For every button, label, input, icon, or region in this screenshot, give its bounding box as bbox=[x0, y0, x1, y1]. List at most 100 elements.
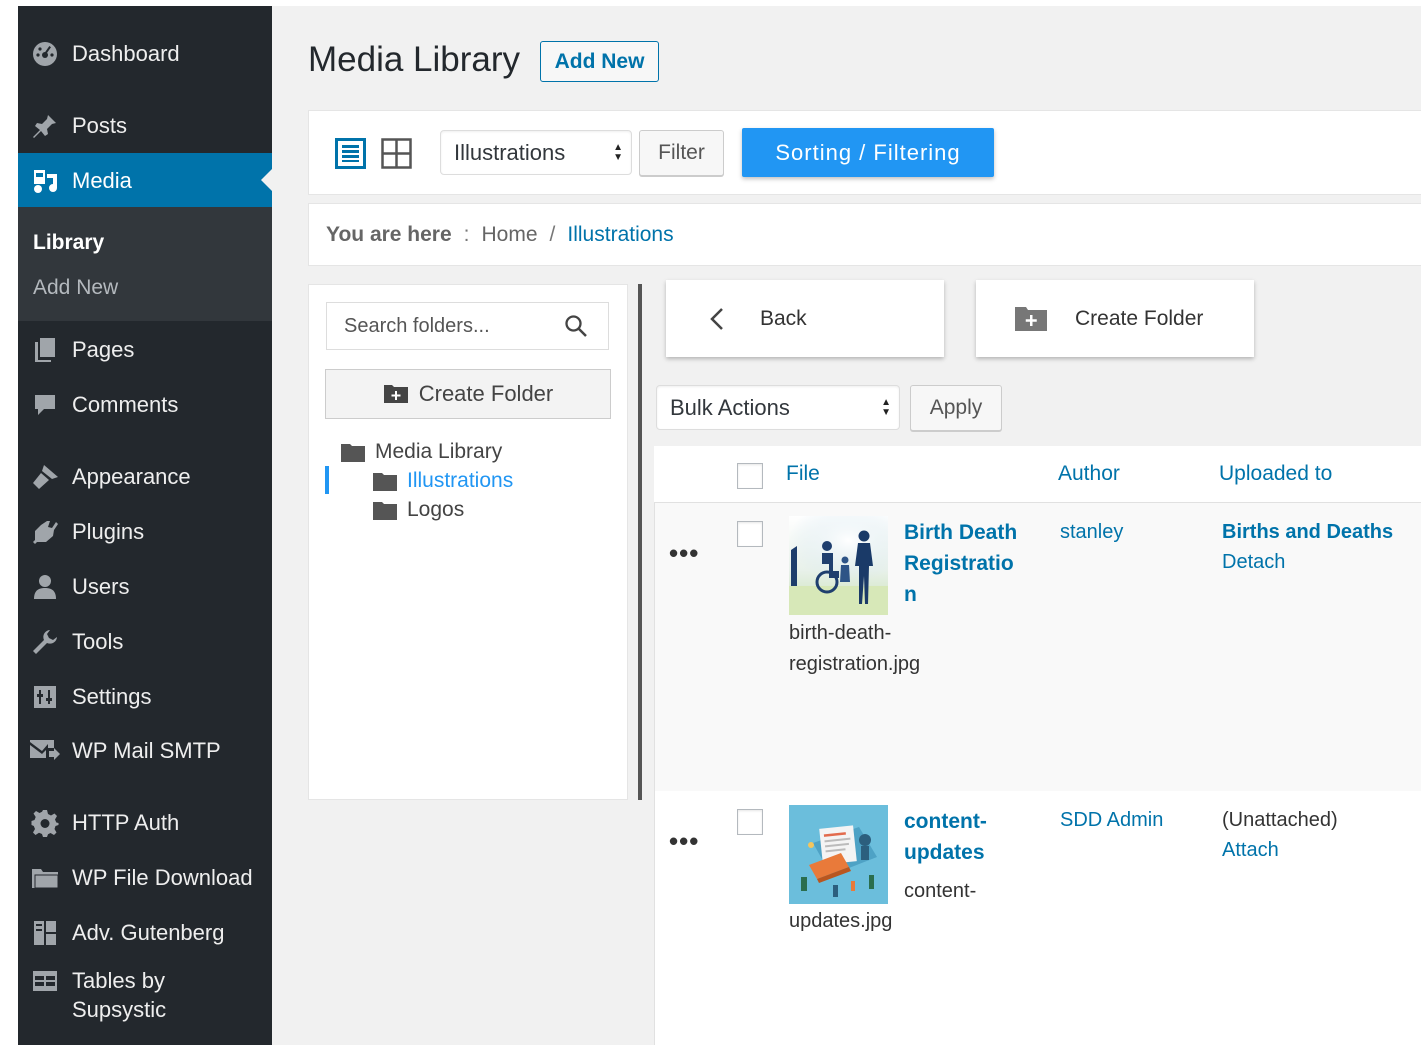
sidebar-item-wp-mail-smtp[interactable]: WP Mail SMTP bbox=[18, 723, 272, 778]
sidebar-item-label: Plugins bbox=[72, 518, 145, 544]
search-icon[interactable] bbox=[564, 314, 588, 344]
tree-label: Media Library bbox=[375, 440, 503, 463]
breadcrumb-home[interactable]: Home bbox=[482, 223, 538, 247]
sidebar-item-label: Dashboard bbox=[72, 40, 180, 66]
paintbrush-icon bbox=[18, 463, 72, 491]
uploaded-to-status: (Unattached) bbox=[1222, 809, 1338, 831]
create-folder-sidebar-button[interactable]: Create Folder bbox=[325, 369, 611, 419]
filename-line: registration.jpg bbox=[789, 653, 921, 675]
bulk-actions-value: Bulk Actions bbox=[670, 394, 790, 420]
sidebar-item-pages[interactable]: Pages bbox=[18, 322, 272, 377]
row-actions-menu[interactable]: ••• bbox=[669, 538, 699, 569]
sidebar-item-dashboard[interactable]: Dashboard bbox=[18, 26, 272, 81]
create-folder-label: Create Folder bbox=[1075, 306, 1204, 330]
label-line-2: Supsystic bbox=[72, 997, 167, 1022]
sidebar-item-label: Appearance bbox=[72, 463, 191, 489]
sidebar-item-tables-by-supsystic[interactable]: Tables by Supsystic bbox=[18, 960, 272, 1030]
create-folder-button[interactable]: Create Folder bbox=[976, 280, 1254, 357]
folder-tree-panel bbox=[308, 284, 628, 800]
attach-link[interactable]: Attach bbox=[1222, 835, 1338, 865]
sidebar-item-tools[interactable]: Tools bbox=[18, 614, 272, 669]
sidebar-item-label: HTTP Auth bbox=[72, 809, 180, 835]
grid-view-icon[interactable] bbox=[381, 138, 412, 174]
chevron-left-icon bbox=[710, 307, 724, 331]
dashboard-icon bbox=[18, 41, 72, 67]
tree-label: Illustrations bbox=[407, 469, 514, 492]
submenu-library[interactable]: Library bbox=[33, 231, 104, 255]
breadcrumb-colon: : bbox=[463, 222, 470, 246]
sidebar-item-label: Pages bbox=[72, 336, 135, 362]
gear-icon bbox=[18, 809, 72, 837]
sidebar-item-settings[interactable]: Settings bbox=[18, 669, 272, 724]
sidebar-item-label: Users bbox=[72, 573, 130, 599]
sidebar-item-label: Tables by Supsystic bbox=[72, 966, 166, 1024]
comment-icon bbox=[18, 393, 72, 417]
sidebar-item-plugins[interactable]: Plugins bbox=[18, 504, 272, 559]
sidebar-item-http-auth[interactable]: HTTP Auth bbox=[18, 795, 272, 850]
file-title-link[interactable]: content- updates bbox=[904, 806, 987, 868]
bulk-actions-select[interactable]: Bulk Actions ▲ ▼ bbox=[656, 385, 900, 430]
file-name: birth-death- registration.jpg bbox=[789, 618, 920, 680]
column-header-file[interactable]: File bbox=[786, 462, 820, 486]
sidebar-item-label: WP Mail SMTP bbox=[72, 737, 221, 763]
list-view-icon[interactable] bbox=[335, 138, 366, 174]
tree-label: Logos bbox=[407, 498, 465, 521]
tree-folder-logos[interactable]: Logos bbox=[373, 498, 464, 522]
uploaded-to-cell: (Unattached) Attach bbox=[1222, 805, 1338, 865]
sidebar-item-label: WP File Download bbox=[72, 864, 253, 890]
sidebar-item-label: Tools bbox=[72, 628, 124, 654]
row-checkbox[interactable] bbox=[737, 521, 763, 547]
row-checkbox[interactable] bbox=[737, 809, 763, 835]
search-folders-input[interactable]: Search folders... bbox=[326, 302, 609, 350]
select-arrows-icon: ▲ ▼ bbox=[613, 141, 623, 163]
sidebar-item-posts[interactable]: Posts bbox=[18, 98, 272, 153]
table-icon bbox=[18, 970, 72, 992]
submenu-add-new[interactable]: Add New bbox=[33, 276, 118, 300]
tree-folder-media-library[interactable]: Media Library bbox=[341, 440, 502, 464]
tree-folder-illustrations[interactable]: Illustrations bbox=[373, 469, 513, 493]
folder-icon bbox=[373, 501, 397, 520]
mail-icon bbox=[18, 739, 72, 763]
pages-icon bbox=[18, 337, 72, 363]
sidebar-item-label: Posts bbox=[72, 112, 128, 138]
thumbnail-birth-death-registration[interactable] bbox=[789, 516, 888, 615]
author-link[interactable]: SDD Admin bbox=[1060, 805, 1163, 835]
column-header-uploaded-to[interactable]: Uploaded to bbox=[1219, 462, 1332, 486]
users-icon bbox=[18, 574, 72, 600]
plugin-icon bbox=[18, 518, 72, 546]
sidebar-item-label: Comments bbox=[72, 391, 179, 417]
thumbnail-content-updates[interactable] bbox=[789, 805, 888, 904]
sorting-filtering-button[interactable]: Sorting / Filtering bbox=[742, 128, 994, 177]
add-new-button[interactable]: Add New bbox=[540, 41, 659, 82]
uploaded-to-link[interactable]: Births and Deaths bbox=[1222, 517, 1393, 547]
sidebar-item-comments[interactable]: Comments bbox=[18, 377, 272, 432]
window-left-edge bbox=[0, 0, 18, 1045]
sidebar-item-adv-gutenberg[interactable]: Adv. Gutenberg bbox=[18, 905, 272, 960]
column-header-author[interactable]: Author bbox=[1058, 462, 1120, 486]
select-arrows-icon: ▲ ▼ bbox=[881, 396, 891, 418]
file-title-link[interactable]: Birth Death Registratio n bbox=[904, 517, 1017, 610]
folder-filter-select[interactable]: Illustrations ▲ ▼ bbox=[440, 130, 632, 175]
sidebar-item-wp-file-download[interactable]: WP File Download bbox=[18, 850, 272, 905]
folder-icon bbox=[341, 443, 365, 462]
create-folder-label: Create Folder bbox=[418, 381, 554, 406]
row-actions-menu[interactable]: ••• bbox=[669, 826, 699, 857]
search-placeholder: Search folders... bbox=[344, 314, 490, 337]
apply-button[interactable]: Apply bbox=[910, 385, 1002, 431]
detach-link[interactable]: Detach bbox=[1222, 547, 1393, 577]
media-icon bbox=[18, 168, 72, 194]
label-line-1: Tables by bbox=[72, 968, 165, 993]
select-all-checkbox[interactable] bbox=[737, 463, 763, 489]
author-link[interactable]: stanley bbox=[1060, 517, 1123, 547]
sidebar-item-media[interactable]: Media bbox=[18, 153, 272, 208]
folder-add-icon bbox=[383, 384, 409, 404]
back-button[interactable]: Back bbox=[666, 280, 944, 357]
sidebar-item-appearance[interactable]: Appearance bbox=[18, 449, 272, 504]
admin-sidebar: Dashboard Posts Media Library Add New Pa… bbox=[18, 6, 272, 1045]
breadcrumb-current[interactable]: Illustrations bbox=[567, 223, 673, 247]
panel-resize-handle[interactable] bbox=[638, 284, 642, 800]
sidebar-item-users[interactable]: Users bbox=[18, 559, 272, 614]
filter-button[interactable]: Filter bbox=[639, 130, 724, 176]
pushpin-icon bbox=[18, 112, 72, 140]
breadcrumb-label: You are here bbox=[326, 222, 452, 246]
